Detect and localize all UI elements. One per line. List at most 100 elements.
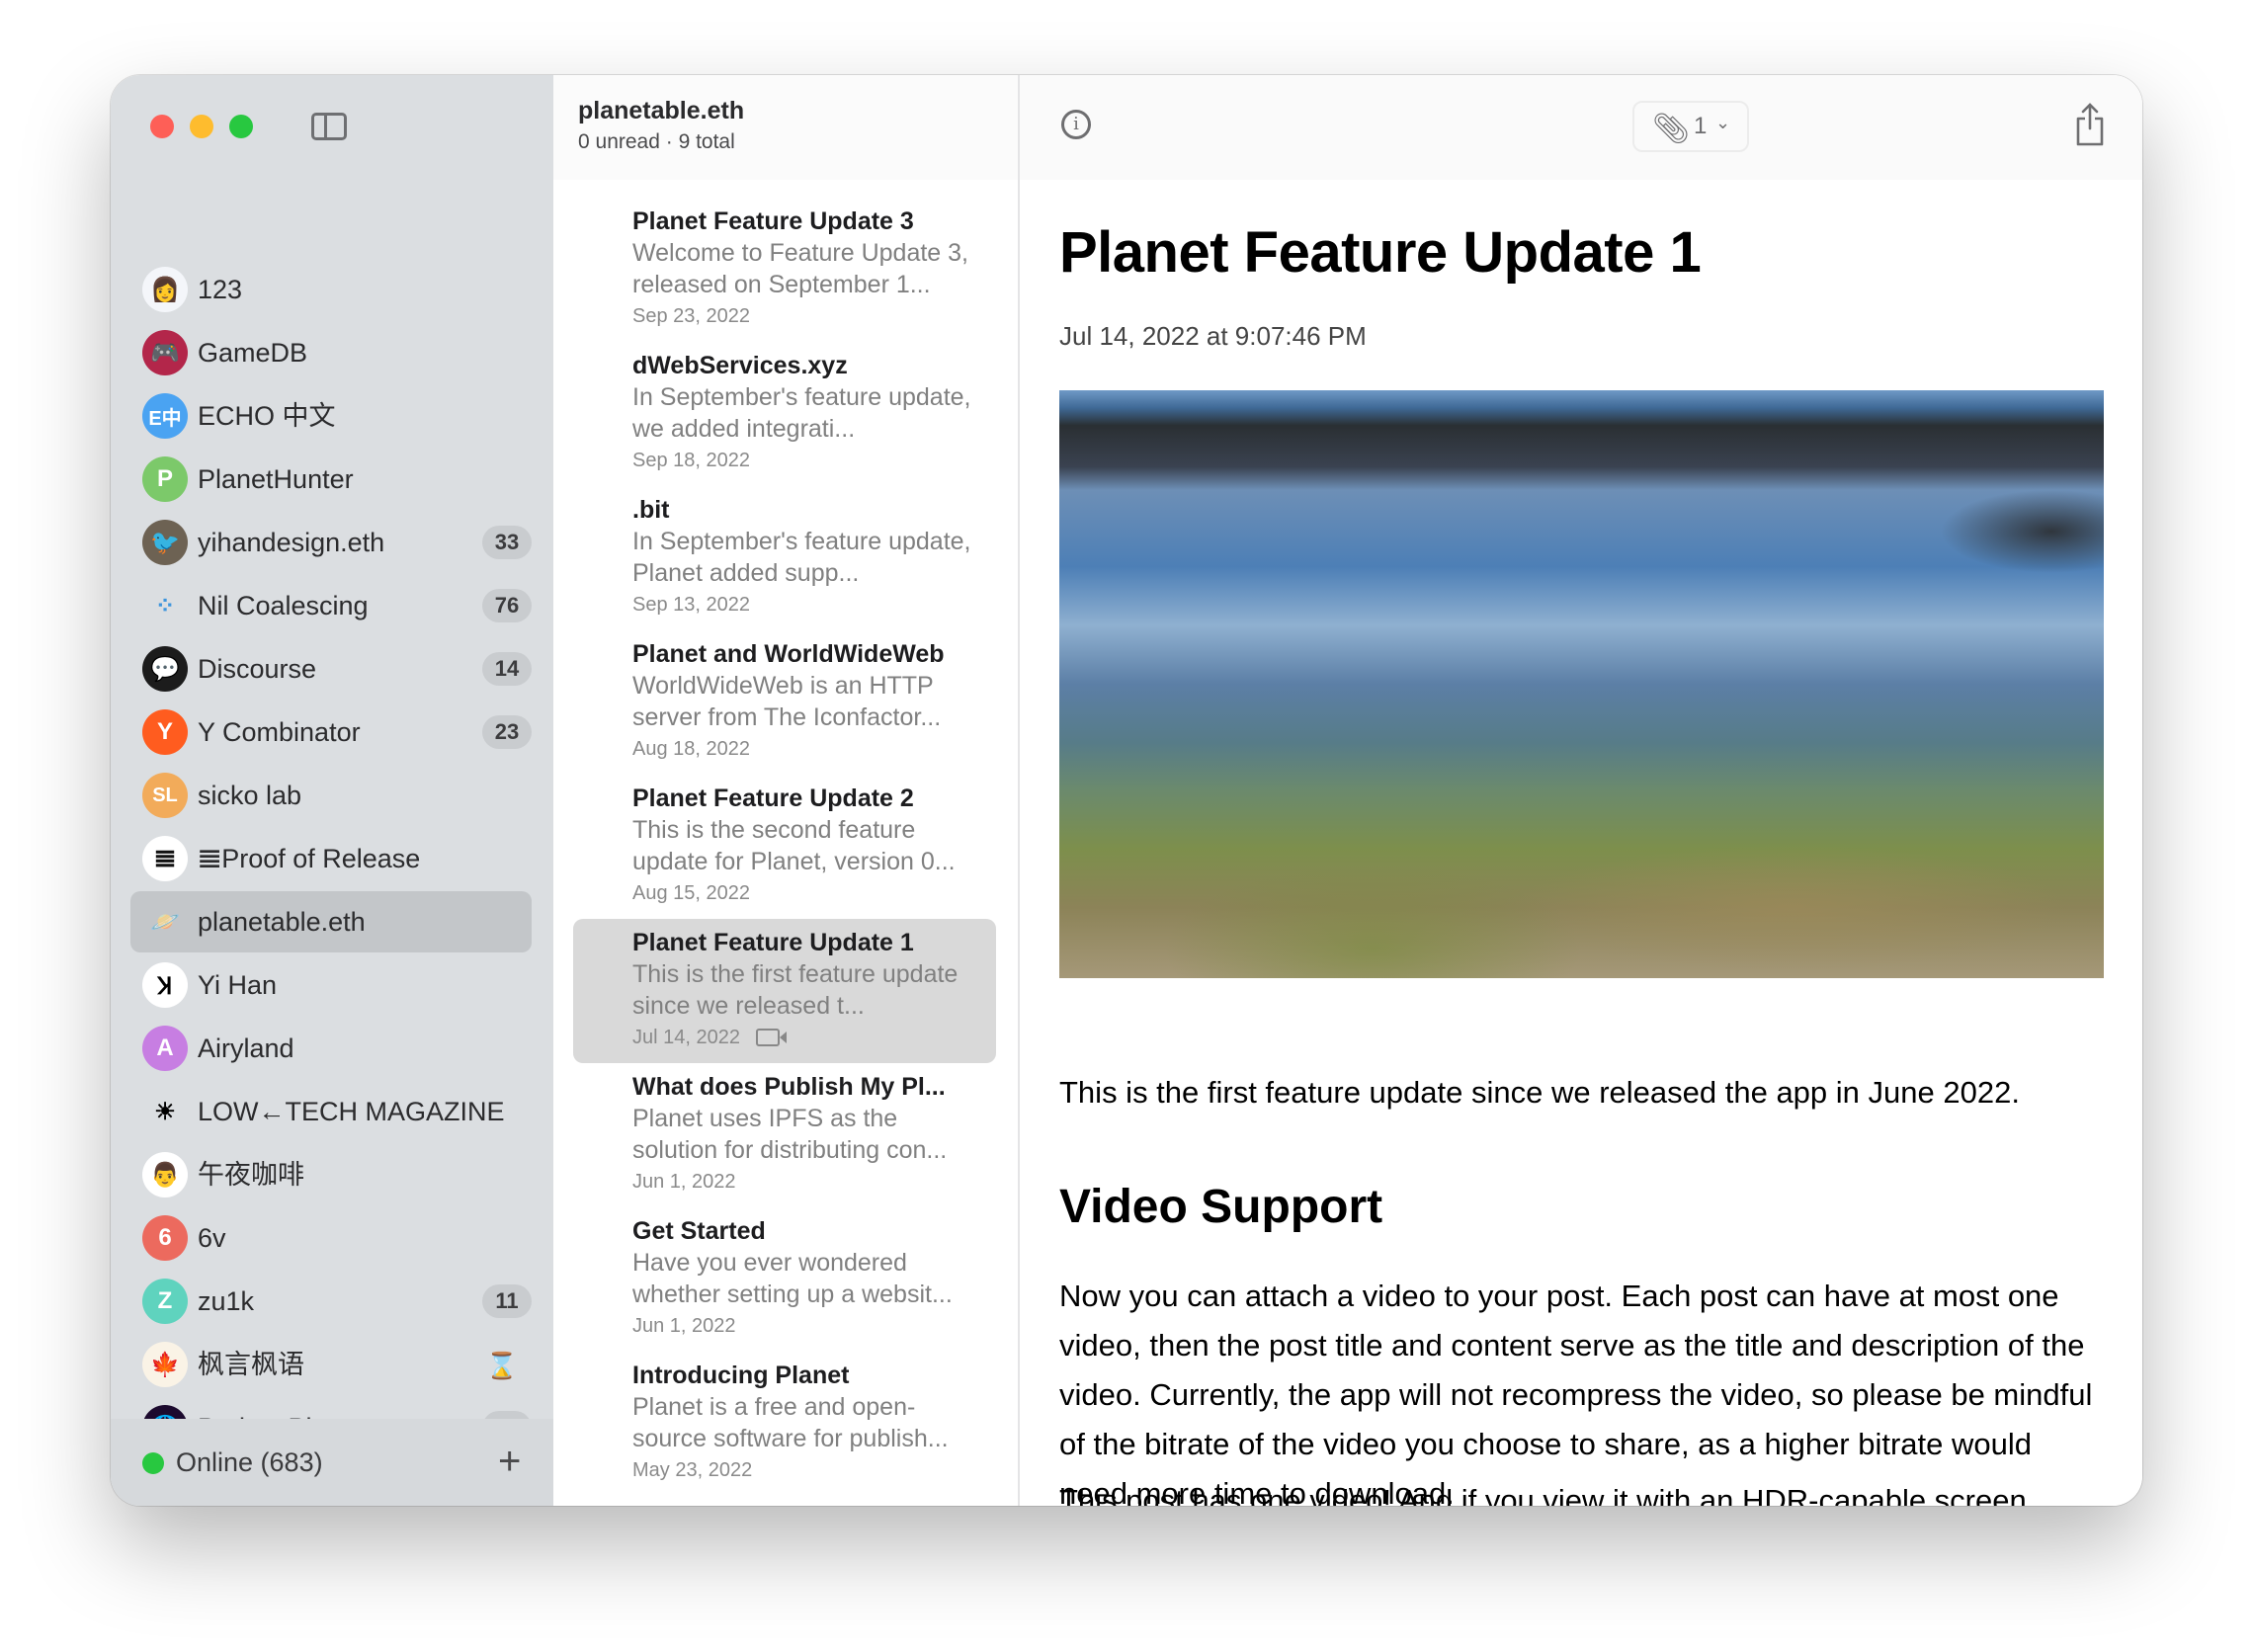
sidebar-toggle-icon[interactable] <box>311 113 347 140</box>
sidebar-item[interactable]: 👩 123 <box>111 258 553 321</box>
sidebar-item[interactable]: A Airyland <box>111 1017 553 1080</box>
sidebar: 👩 123 🎮 GameDB E中 ECHO 中文 P PlanetHunter 🐦 y… <box>111 75 554 1506</box>
sidebar-item[interactable]: 🪐 planetable.eth <box>111 890 553 953</box>
item-snippet: Have you ever wondered whether setting u… <box>632 1249 953 1308</box>
avatar: ☀ <box>154 1098 176 1125</box>
sidebar-item[interactable]: 💬 Discourse 14 <box>111 637 553 701</box>
sidebar-item[interactable]: ☀ LOW←TECH MAGAZINE <box>111 1080 553 1143</box>
avatar: Y <box>142 709 188 755</box>
avatar: 𝌆 <box>142 836 188 881</box>
item-snippet: Planet uses IPFS as the solution for dis… <box>632 1105 948 1164</box>
item-date: Aug 15, 2022 <box>632 882 750 904</box>
item-date-row: Aug 15, 2022 <box>632 877 978 909</box>
item-date: May 23, 2022 <box>632 1459 753 1481</box>
sidebar-item-label: 123 <box>198 275 243 304</box>
sidebar-item[interactable]: 🎮 GameDB <box>111 321 553 384</box>
hourglass-icon: ⌛ <box>485 1351 518 1380</box>
avatar: 🎮 <box>142 330 188 375</box>
unread-badge: 11 <box>482 1284 532 1318</box>
sidebar-item[interactable]: Y Y Combinator 23 <box>111 701 553 764</box>
article-list-item[interactable]: Planet Feature Update 3 Welcome to Featu… <box>553 198 1018 342</box>
sidebar-item-label: 6v <box>198 1223 226 1253</box>
item-date-row: Jul 14, 2022 <box>632 1022 978 1053</box>
info-icon[interactable]: i <box>1061 110 1091 139</box>
item-title: Planet and WorldWideWeb <box>632 640 945 668</box>
sidebar-item-label: PlanetHunter <box>198 464 354 494</box>
minimize-window-button[interactable] <box>190 115 213 138</box>
article-list-item-content: Introducing Planet Planet is a free and … <box>632 1360 978 1486</box>
article-paragraph: This post has one video! And if you view… <box>1059 1483 2027 1506</box>
article-intro: This is the first feature update since w… <box>1059 1075 2020 1110</box>
article-image <box>1059 390 2104 978</box>
sidebar-item-label: zu1k <box>198 1286 255 1316</box>
sidebar-item[interactable]: ⁘ Nil Coalescing 76 <box>111 574 553 637</box>
article-list-item[interactable]: Introducing Planet Planet is a free and … <box>553 1352 1018 1496</box>
sidebar-item-label: ECHO 中文 <box>198 401 336 431</box>
item-snippet: In September's feature update, we added … <box>632 383 971 443</box>
list-title: planetable.eth <box>578 97 745 124</box>
share-icon[interactable] <box>2075 103 2105 146</box>
item-date-row: Aug 18, 2022 <box>632 733 978 765</box>
close-window-button[interactable] <box>150 115 174 138</box>
article-list-item-content: Planet Feature Update 2 This is the seco… <box>632 783 978 909</box>
sidebar-item-label: Nil Coalescing <box>198 591 369 620</box>
avatar: 👨 <box>142 1152 188 1198</box>
sidebar-item[interactable]: 𝌆 𝌆Proof of Release <box>111 827 553 890</box>
item-date-row: May 23, 2022 <box>632 1454 978 1486</box>
article-list-item[interactable]: Planet Feature Update 2 This is the seco… <box>553 775 1018 919</box>
sidebar-item-label: GameDB <box>198 338 308 368</box>
sidebar-item[interactable]: Z zu1k 11 <box>111 1270 553 1333</box>
article-list-item-content: Planet Feature Update 1 This is the firs… <box>632 927 978 1053</box>
sidebar-item-label: yihandesign.eth <box>198 528 385 557</box>
item-date: Jun 1, 2022 <box>632 1171 736 1193</box>
list-header: planetable.eth 0 unread · 9 total <box>553 75 1018 180</box>
sidebar-item-label: Y Combinator <box>198 717 361 747</box>
sidebar-item[interactable]: E中 ECHO 中文 <box>111 384 553 448</box>
article-list-item-content: Get Started Have you ever wondered wheth… <box>632 1215 978 1342</box>
item-snippet: In September's feature update, Planet ad… <box>632 528 971 587</box>
article-paragraph: Now you can attach a video to your post.… <box>1059 1279 2093 1506</box>
sidebar-item[interactable]: SL sicko lab <box>111 764 553 827</box>
article-list-item-content: What does Publish My Pl... Planet uses I… <box>632 1071 978 1198</box>
avatar: 👩 <box>142 267 188 312</box>
sidebar-item-label: LOW←TECH MAGAZINE <box>198 1097 505 1126</box>
sidebar-item-label: 𝌆Proof of Release <box>198 844 421 873</box>
article-list-item[interactable]: Get Started Have you ever wondered wheth… <box>553 1207 1018 1352</box>
item-title: dWebServices.xyz <box>632 352 848 379</box>
avatar: SL <box>142 773 188 818</box>
article-list-item[interactable]: What does Publish My Pl... Planet uses I… <box>553 1063 1018 1207</box>
sidebar-item-label: Yi Han <box>198 970 278 1000</box>
zoom-window-button[interactable] <box>229 115 253 138</box>
article-list-item[interactable]: Planet and WorldWideWeb WorldWideWeb is … <box>553 630 1018 775</box>
sidebar-item[interactable]: Ʞ Yi Han <box>111 953 553 1017</box>
item-date: Sep 13, 2022 <box>632 594 750 616</box>
attachments-button[interactable]: 📎︎ 1 ⌄ <box>1632 101 1749 152</box>
article-list-item[interactable]: dWebServices.xyz In September's feature … <box>553 342 1018 486</box>
article-date: Jul 14, 2022 at 9:07:46 PM <box>1059 321 1367 351</box>
sidebar-item[interactable]: 6 6v <box>111 1206 553 1270</box>
avatar: E中 <box>142 393 188 439</box>
avatar: 🪐 <box>150 908 180 936</box>
unread-badge: 33 <box>482 526 532 559</box>
sidebar-item[interactable]: 🍁 枫言枫语 ⌛ <box>111 1333 553 1396</box>
add-planet-button[interactable]: + <box>498 1419 521 1504</box>
avatar: 🐦 <box>142 520 188 565</box>
sidebar-item-label: Discourse <box>198 654 317 684</box>
item-date: Aug 18, 2022 <box>632 738 750 760</box>
item-date: Jun 1, 2022 <box>632 1315 736 1337</box>
toolbar: i 📎︎ 1 ⌄ <box>1020 75 2142 180</box>
article-list-item[interactable]: Planet Feature Update 1 This is the firs… <box>553 919 1018 1063</box>
sidebar-item-label: Airyland <box>198 1033 294 1063</box>
article-list-item[interactable]: .bit In September's feature update, Plan… <box>553 486 1018 630</box>
item-snippet: Planet is a free and open-source softwar… <box>632 1393 949 1452</box>
sidebar-item[interactable]: 👨 午夜咖啡 <box>111 1143 553 1206</box>
section-heading: Video Support <box>1059 1181 1383 1233</box>
item-title: What does Publish My Pl... <box>632 1073 946 1101</box>
sidebar-item[interactable]: 🐦 yihandesign.eth 33 <box>111 511 553 574</box>
item-snippet: This is the first feature update since w… <box>632 960 959 1020</box>
unread-badge: 76 <box>482 589 532 622</box>
sidebar-item-label: 枫言枫语 <box>198 1350 304 1379</box>
sidebar-item[interactable]: P PlanetHunter <box>111 448 553 511</box>
sidebar-item-label: planetable.eth <box>198 907 366 937</box>
avatar: A <box>142 1026 188 1071</box>
